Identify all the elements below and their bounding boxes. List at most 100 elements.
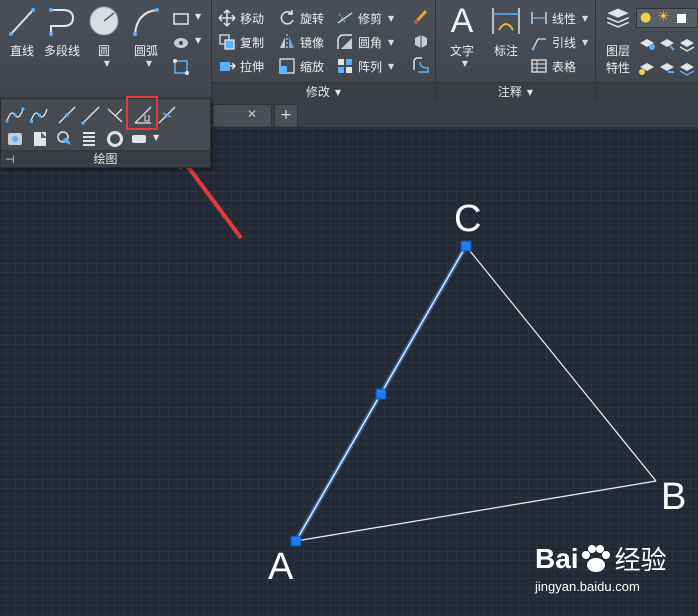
polyline-label: 多段线 [43, 44, 80, 58]
layer-properties-button[interactable]: 图层 特性 [598, 4, 638, 76]
line-c-b[interactable] [465, 245, 657, 482]
scale-icon [279, 58, 295, 74]
circle-button[interactable]: 圆 ▼ [84, 4, 124, 68]
stretch-icon [220, 62, 236, 71]
point-style-icon[interactable] [129, 129, 149, 149]
highlight-box [126, 96, 158, 130]
ray-icon[interactable] [81, 105, 101, 125]
rectangle-dropdown-icon[interactable]: ▼ [195, 12, 201, 21]
close-icon[interactable]: ✕ [247, 107, 257, 121]
point-label-b: B [661, 476, 687, 518]
trim-icon [337, 12, 353, 24]
xline-icon[interactable] [157, 105, 177, 125]
layer-tool-icon-4[interactable] [638, 58, 656, 76]
sun-icon: ☀ [657, 9, 670, 25]
grip-c[interactable] [460, 240, 472, 252]
rotate-button[interactable]: 旋转 [278, 8, 324, 28]
wipeout-icon[interactable] [31, 129, 51, 149]
trim-button[interactable]: 修剪 ▼ [336, 8, 394, 28]
dimension-button[interactable]: 标注 [486, 4, 526, 59]
text-button[interactable]: A 文字 ▼ [442, 4, 482, 68]
multiline-icon[interactable] [105, 105, 125, 125]
line-a-b[interactable] [295, 480, 657, 542]
spline-cv-icon[interactable] [29, 105, 49, 125]
line-label: 直线 [9, 44, 34, 58]
boundary-icon[interactable] [172, 58, 190, 76]
draw-panel-title: 绘图 [93, 152, 118, 166]
layer-tool-icon-6[interactable] [678, 58, 696, 76]
donut-icon[interactable] [105, 129, 125, 149]
scale-button[interactable]: 缩放 [278, 56, 324, 76]
hatch-dropdown-icon[interactable]: ▼ [195, 36, 201, 45]
draw-panel-footer[interactable]: ⊣ 绘图 [1, 150, 210, 167]
region-icon[interactable] [5, 129, 25, 149]
fillet-button[interactable]: 圆角 ▼ [336, 32, 394, 52]
explode-icon[interactable] [412, 32, 430, 50]
fillet-icon [337, 34, 352, 49]
helix-icon[interactable] [79, 129, 99, 149]
watermark-brand-right: 经验 [614, 545, 667, 575]
table-button[interactable]: 表格 [530, 56, 576, 76]
modify-panel-footer[interactable]: 修改 ▼ [212, 82, 435, 100]
dimension-label: 标注 [493, 44, 518, 58]
point-label-a: A [268, 546, 294, 588]
revision-cloud-icon[interactable] [55, 129, 75, 149]
rotate-label: 旋转 [300, 11, 325, 26]
stretch-button[interactable]: 拉伸 [218, 56, 264, 76]
grip-midpoint[interactable] [375, 388, 387, 400]
more-draw-dropdown-icon[interactable]: ▼ [153, 133, 159, 142]
mirror-label: 镜像 [300, 35, 325, 50]
text-dropdown-icon[interactable]: ▼ [448, 59, 482, 68]
arc-button[interactable]: 圆弧 ▼ [126, 4, 166, 68]
polyline-button[interactable]: 多段线 [42, 4, 82, 59]
linear-dropdown-icon[interactable]: ▼ [582, 14, 588, 23]
line-button[interactable]: 直线 [2, 4, 42, 59]
copy-button[interactable]: 复制 [218, 32, 264, 52]
circle-icon [89, 6, 119, 36]
layer-tool-icon-3[interactable] [678, 34, 696, 52]
text-icon: A [450, 2, 474, 40]
arc-icon [133, 8, 159, 36]
document-tab[interactable]: ✕ [212, 104, 272, 126]
circle-label: 圆 [97, 44, 110, 58]
leader-dropdown-icon[interactable]: ▼ [582, 38, 588, 47]
construction-line-icon[interactable] [57, 105, 77, 125]
mirror-icon [280, 34, 294, 50]
linear-button[interactable]: 线性 ▼ [530, 8, 588, 28]
table-icon [531, 59, 547, 73]
fillet-dropdown-icon[interactable]: ▼ [388, 38, 394, 47]
layer-color-swatch [677, 14, 686, 23]
spline-fit-icon[interactable] [5, 105, 25, 125]
polyline-icon [49, 8, 75, 36]
annotation-panel: A 文字 ▼ 标注 线性 ▼ 引线 ▼ 表格 注释 ▼ [436, 0, 596, 100]
layer-dropdown[interactable]: ● ☀ [636, 8, 698, 28]
layers-panel-footer[interactable] [596, 82, 698, 100]
baidu-watermark: Bai 经验 jingyan.baidu.com [535, 540, 667, 595]
layer-tool-icon-5[interactable] [658, 58, 676, 76]
table-label: 表格 [552, 59, 577, 74]
annotation-panel-footer[interactable]: 注释 ▼ [436, 82, 595, 100]
mirror-button[interactable]: 镜像 [278, 32, 324, 52]
move-button[interactable]: 移动 [218, 8, 264, 28]
erase-icon[interactable] [412, 8, 430, 26]
grip-a[interactable] [290, 535, 302, 547]
hatch-icon[interactable] [172, 34, 190, 52]
leader-button[interactable]: 引线 ▼ [530, 32, 588, 52]
array-dropdown-icon[interactable]: ▼ [388, 62, 394, 71]
layer-tool-icon-1[interactable] [638, 34, 656, 52]
circle-dropdown-icon[interactable]: ▼ [90, 59, 124, 68]
dimension-icon [492, 8, 520, 34]
arc-dropdown-icon[interactable]: ▼ [132, 59, 166, 68]
pin-icon[interactable]: ⊣ [5, 151, 15, 168]
stretch-label: 拉伸 [240, 59, 265, 74]
arc-label: 圆弧 [133, 44, 158, 58]
new-tab-button[interactable]: + [274, 104, 298, 126]
array-button[interactable]: 阵列 ▼ [336, 56, 394, 76]
offset-icon[interactable] [412, 56, 430, 74]
annotation-arrow-shaft [181, 158, 243, 240]
trim-dropdown-icon[interactable]: ▼ [388, 14, 394, 23]
layer-tool-icon-2[interactable] [658, 34, 676, 52]
linear-dimension-icon [531, 12, 547, 24]
plus-icon: + [280, 107, 292, 123]
rectangle-icon[interactable] [172, 10, 190, 28]
